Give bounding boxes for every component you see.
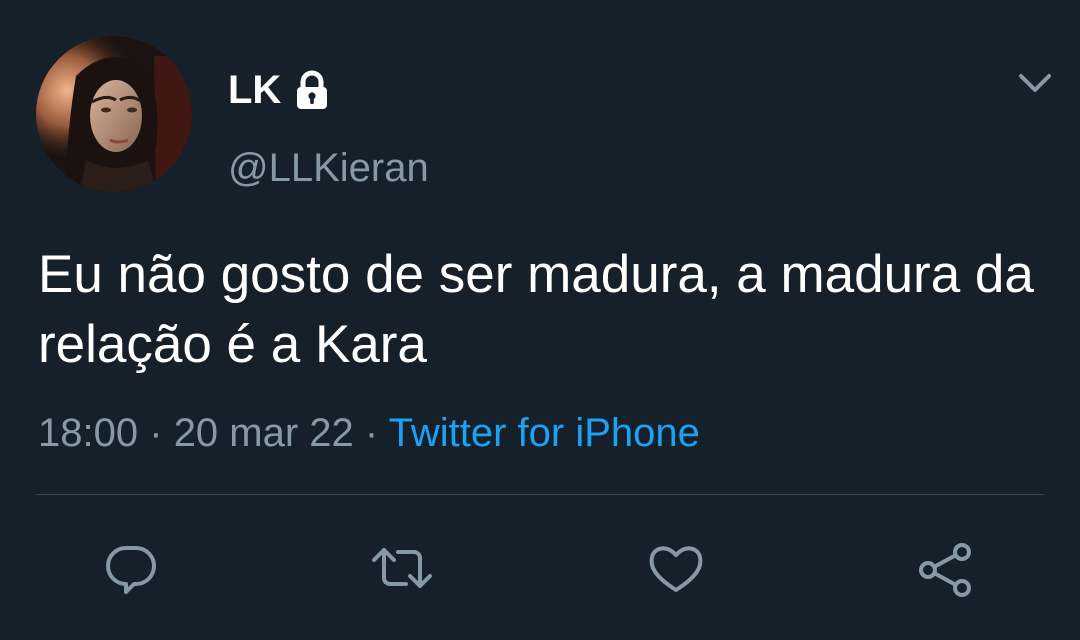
meta-separator: · xyxy=(364,411,379,455)
avatar[interactable] xyxy=(36,36,192,192)
display-name[interactable]: LK xyxy=(228,66,281,114)
user-handle[interactable]: @LLKieran xyxy=(228,142,429,194)
avatar-image xyxy=(36,36,192,192)
share-button[interactable] xyxy=(916,540,972,597)
tweet-text: Eu não gosto de ser madura, a madura da … xyxy=(38,245,1034,374)
display-name-row[interactable]: LK xyxy=(228,66,333,114)
tweet-time: 18:00 xyxy=(38,411,139,455)
like-icon xyxy=(649,546,703,592)
retweet-button[interactable] xyxy=(370,540,432,596)
divider xyxy=(36,494,1044,495)
tweet-date: 20 mar 22 xyxy=(173,411,354,455)
tweet-card: LK @LLKieran Eu não gosto de ser madura,… xyxy=(0,0,1080,640)
reply-button[interactable] xyxy=(104,540,160,596)
like-button[interactable] xyxy=(646,540,703,596)
tweet-meta: 18:00 · 20 mar 22 · Twitter for iPhone xyxy=(38,406,700,460)
chevron-down-icon[interactable] xyxy=(1014,62,1056,104)
reply-icon xyxy=(106,546,156,594)
lock-icon xyxy=(291,69,333,111)
retweet-icon xyxy=(372,548,432,588)
share-icon xyxy=(919,543,971,597)
meta-separator: · xyxy=(149,411,163,455)
tweet-source-link[interactable]: Twitter for iPhone xyxy=(389,411,700,455)
